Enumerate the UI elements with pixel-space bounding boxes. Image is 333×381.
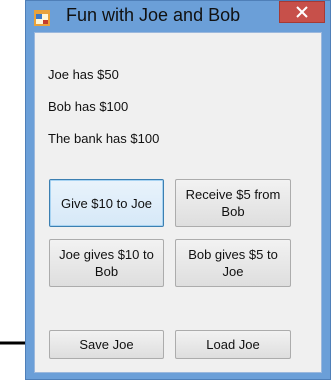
joe-gives-bob-button[interactable]: Joe gives $10 to Bob [49,239,164,287]
app-window: Fun with Joe and Bob Joe has $50 Bob has… [25,0,331,380]
close-button[interactable] [279,1,325,23]
give-joe-button[interactable]: Give $10 to Joe [49,179,164,227]
save-joe-button[interactable]: Save Joe [49,330,164,359]
bob-gives-joe-button[interactable]: Bob gives $5 to Joe [175,239,291,287]
close-icon [296,6,308,18]
client-area: Joe has $50 Bob has $100 The bank has $1… [34,32,322,373]
window-title: Fun with Joe and Bob [66,5,241,25]
joe-cash-label: Joe has $50 [48,67,119,82]
title-bar[interactable]: Fun with Joe and Bob [26,1,330,33]
receive-from-bob-button[interactable]: Receive $5 from Bob [175,179,291,227]
form-icon [34,10,50,26]
bob-cash-label: Bob has $100 [48,99,129,114]
load-joe-button[interactable]: Load Joe [175,330,291,359]
bank-cash-label: The bank has $100 [48,131,160,146]
